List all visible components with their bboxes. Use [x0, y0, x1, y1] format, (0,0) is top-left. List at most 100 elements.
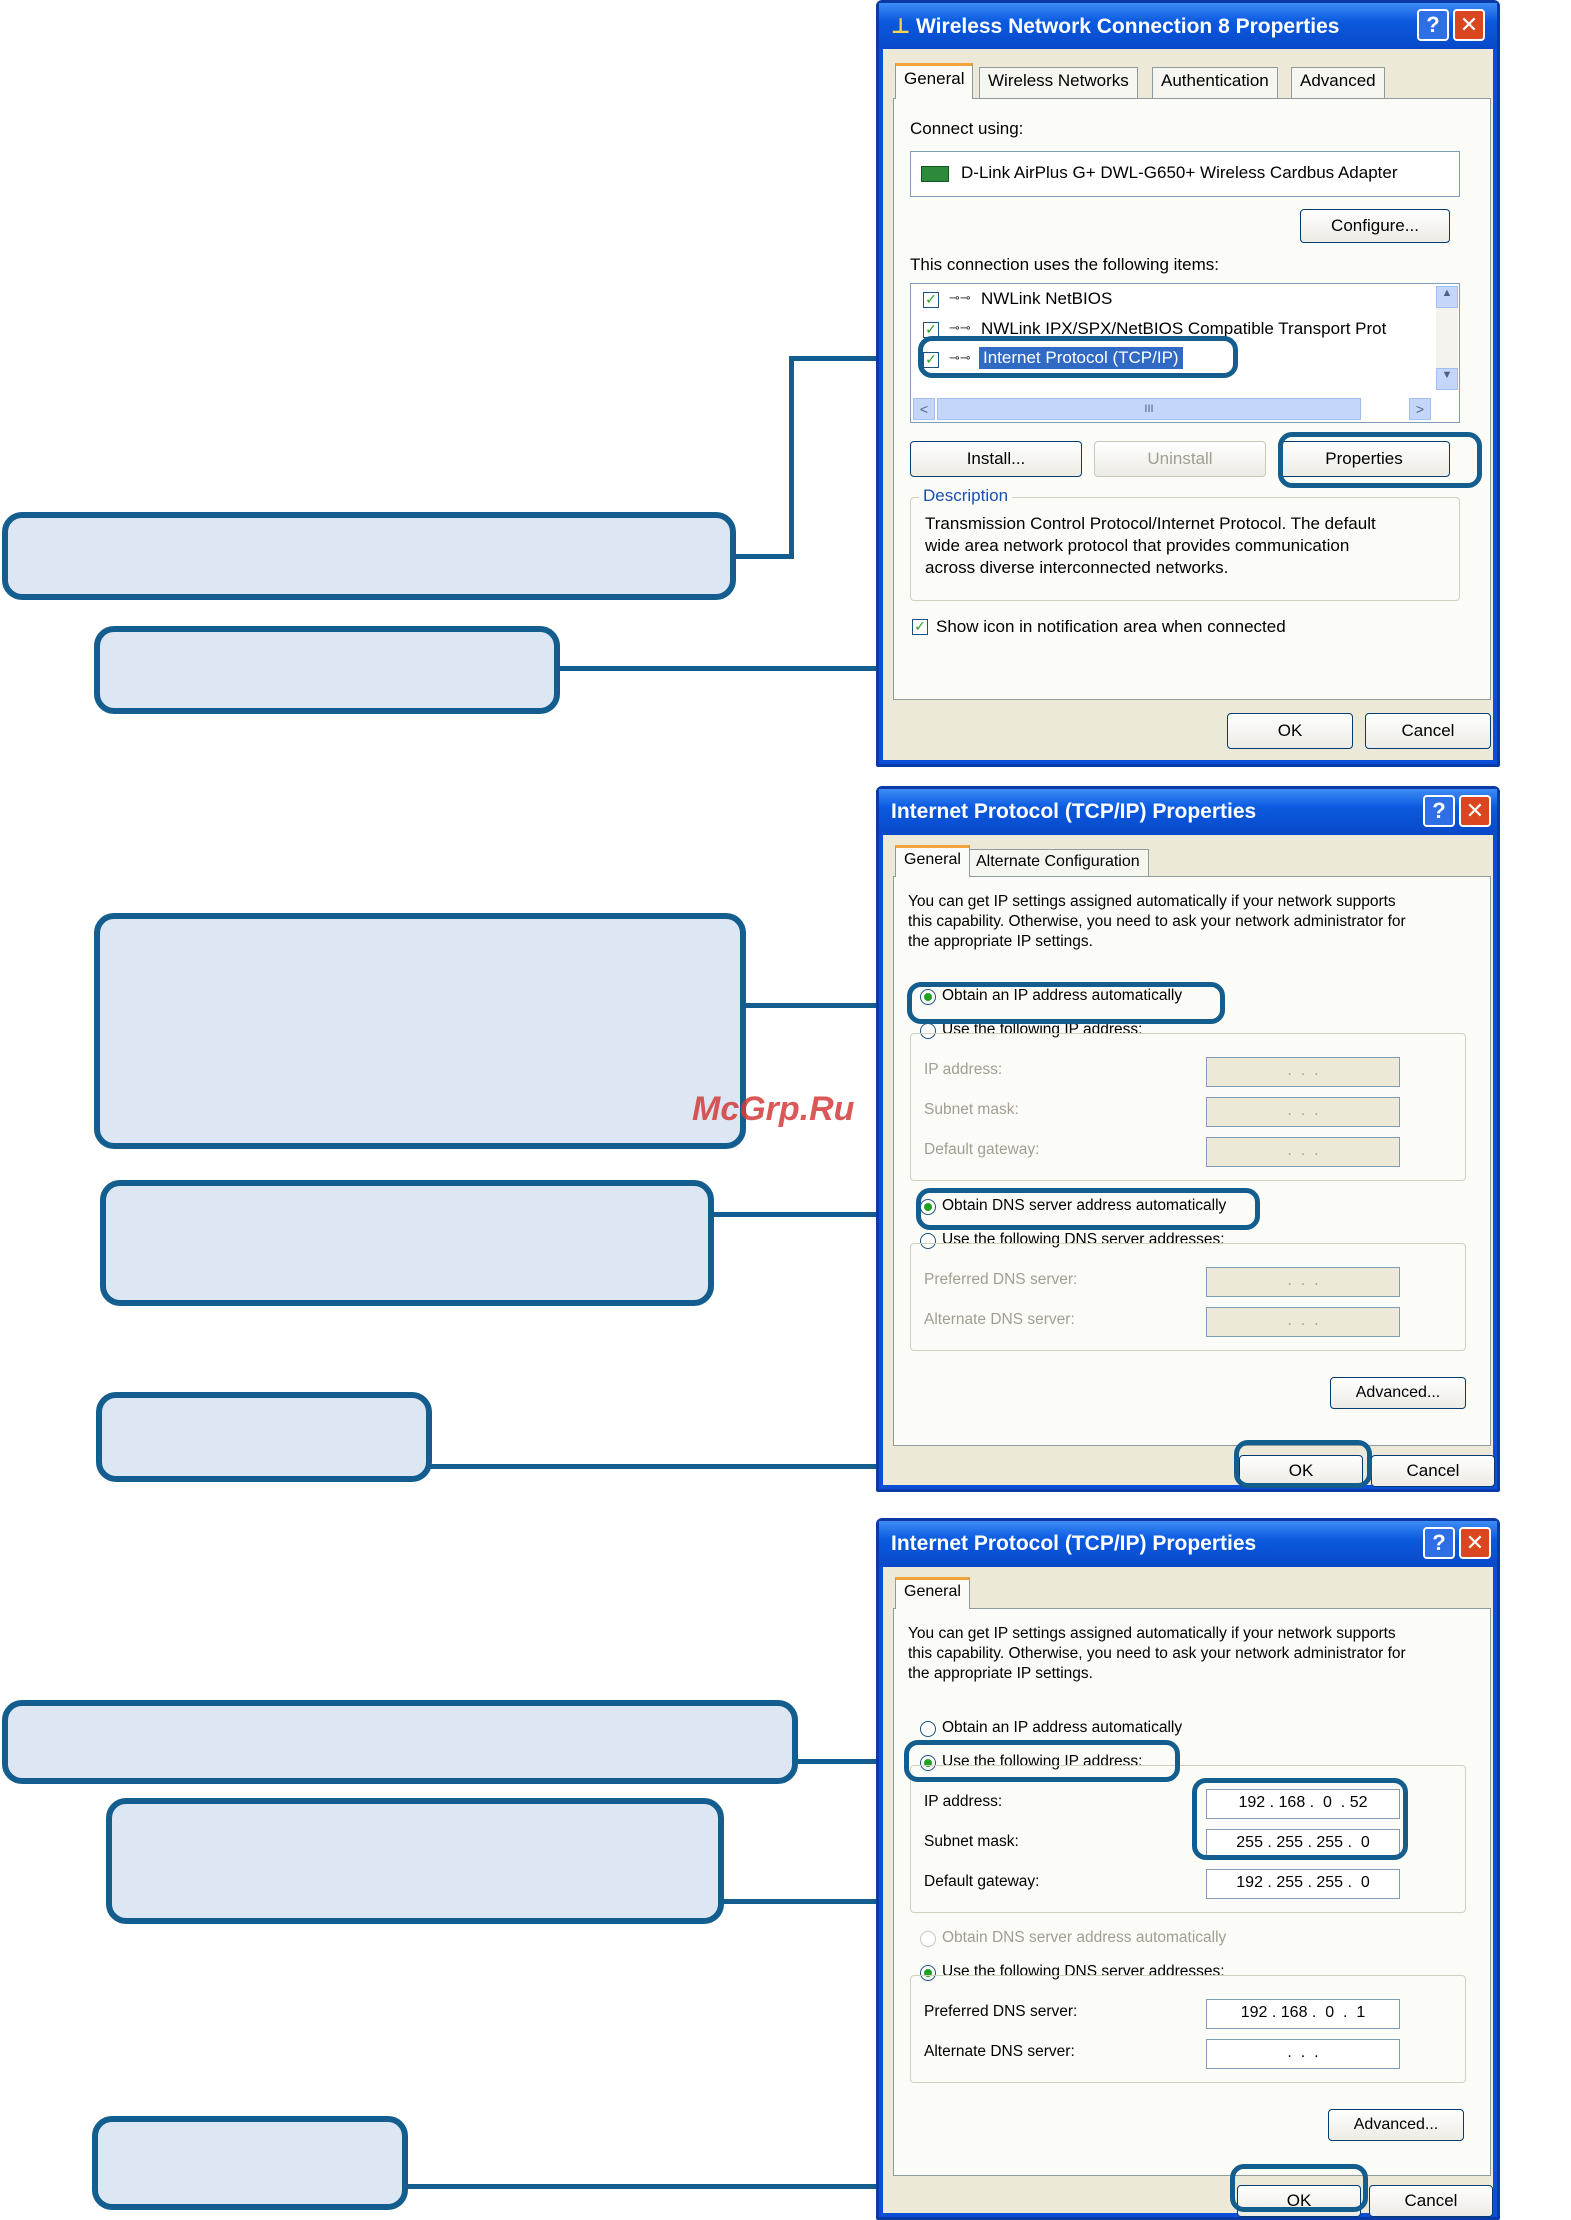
ip-address-label: IP address: — [924, 1061, 1003, 1078]
subnet-mask-label: Subnet mask: — [924, 1833, 1019, 1850]
horizontal-scroll-thumb[interactable]: III — [937, 398, 1361, 420]
title-bar: Internet Protocol (TCP/IP) Properties ? … — [879, 1521, 1497, 1567]
connector-1 — [789, 356, 794, 559]
network-connection-icon: ⊥ — [891, 15, 911, 38]
alternate-dns-label: Alternate DNS server: — [924, 1311, 1075, 1328]
list-item[interactable]: NWLink IPX/SPX/NetBIOS Compatible Transp… — [981, 319, 1386, 339]
configure-button[interactable]: Configure... — [1300, 209, 1450, 243]
window-title: Internet Protocol (TCP/IP) Properties — [891, 800, 1257, 823]
tab-wireless-networks[interactable]: Wireless Networks — [979, 67, 1138, 99]
advanced-button[interactable]: Advanced... — [1328, 2109, 1464, 2141]
ip-address-label: IP address: — [924, 1793, 1003, 1810]
alternate-dns-field[interactable]: . . . — [1206, 2039, 1400, 2069]
callout-box-7 — [106, 1798, 724, 1924]
alternate-dns-field: . . . — [1206, 1307, 1400, 1337]
scroll-right-button[interactable]: > — [1409, 398, 1431, 420]
description-title: Description — [919, 486, 1013, 506]
scroll-left-button[interactable]: < — [913, 398, 935, 420]
checkbox-tcpip[interactable]: ✓ — [923, 352, 939, 368]
connector-1 — [733, 554, 793, 559]
tab-general[interactable]: General — [895, 845, 970, 877]
tab-alternate-configuration[interactable]: Alternate Configuration — [967, 849, 1149, 877]
default-gateway-label: Default gateway: — [924, 1141, 1040, 1158]
subnet-mask-field: . . . — [1206, 1097, 1400, 1127]
description-group: Description Transmission Control Protoco… — [910, 486, 1460, 601]
description-line: wide area network protocol that provides… — [925, 536, 1350, 555]
tcpip-properties-window-auto: Internet Protocol (TCP/IP) Properties ? … — [876, 786, 1500, 1492]
tab-advanced[interactable]: Advanced — [1291, 67, 1385, 99]
dialog-client-area: General Alternate Configuration You can … — [883, 835, 1495, 1487]
intro-line: You can get IP settings assigned automat… — [908, 1625, 1396, 1642]
window-title: Wireless Network Connection 8 Properties — [916, 15, 1340, 38]
ok-button[interactable]: OK — [1227, 713, 1353, 749]
general-tab-panel: You can get IP settings assigned automat… — [893, 876, 1491, 1446]
intro-line: the appropriate IP settings. — [908, 933, 1093, 950]
ok-button[interactable]: OK — [1237, 2185, 1361, 2217]
close-button[interactable]: ✕ — [1459, 1527, 1491, 1559]
window-title: Internet Protocol (TCP/IP) Properties — [891, 1532, 1257, 1555]
dialog-client-area: General You can get IP settings assigned… — [883, 1567, 1493, 2217]
callout-box-6 — [2, 1700, 798, 1784]
adapter-box: D-Link AirPlus G+ DWL-G650+ Wireless Car… — [910, 151, 1460, 197]
protocol-icon: ⊸⊸ — [949, 320, 971, 335]
callout-box-5 — [96, 1392, 432, 1482]
vertical-scrollbar[interactable] — [1436, 308, 1458, 368]
advanced-button[interactable]: Advanced... — [1330, 1377, 1466, 1409]
description-line: across diverse interconnected networks. — [925, 558, 1229, 577]
connect-using-label: Connect using: — [910, 119, 1024, 138]
default-gateway-field: . . . — [1206, 1137, 1400, 1167]
cancel-button[interactable]: Cancel — [1369, 2185, 1493, 2217]
install-button[interactable]: Install... — [910, 441, 1082, 477]
watermark-text: McGrp.Ru — [692, 1090, 855, 1128]
subnet-mask-field[interactable]: 255 . 255 . 255 . 0 — [1206, 1829, 1400, 1859]
checkbox-nwlink-netbios[interactable]: ✓ — [923, 292, 939, 308]
show-icon-label: Show icon in notification area when conn… — [936, 617, 1286, 636]
checkbox-nwlink-ipx[interactable]: ✓ — [923, 322, 939, 338]
alternate-dns-label: Alternate DNS server: — [924, 2043, 1075, 2060]
callout-box-8 — [92, 2116, 408, 2210]
general-tab-panel: You can get IP settings assigned automat… — [893, 1608, 1491, 2176]
tab-general[interactable]: General — [895, 1577, 970, 1609]
callout-box-3 — [94, 913, 746, 1149]
tcpip-properties-window-static: Internet Protocol (TCP/IP) Properties ? … — [876, 1518, 1500, 2220]
obtain-ip-radio[interactable] — [920, 989, 936, 1005]
obtain-dns-radio[interactable] — [920, 1199, 936, 1215]
obtain-ip-label[interactable]: Obtain an IP address automatically — [942, 987, 1182, 1005]
subnet-mask-label: Subnet mask: — [924, 1101, 1019, 1118]
callout-box-1 — [2, 512, 736, 600]
intro-line: this capability. Otherwise, you need to … — [908, 913, 1406, 930]
preferred-dns-field: . . . — [1206, 1267, 1400, 1297]
cancel-button[interactable]: Cancel — [1371, 1455, 1495, 1487]
ok-button[interactable]: OK — [1239, 1455, 1363, 1487]
description-line: Transmission Control Protocol/Internet P… — [925, 514, 1376, 533]
default-gateway-field[interactable]: 192 . 255 . 255 . 0 — [1206, 1869, 1400, 1899]
tab-general[interactable]: General — [895, 63, 974, 99]
network-adapter-icon — [921, 166, 949, 182]
tab-authentication[interactable]: Authentication — [1152, 67, 1278, 99]
preferred-dns-label: Preferred DNS server: — [924, 1271, 1078, 1288]
obtain-ip-radio[interactable] — [920, 1721, 936, 1737]
close-button[interactable]: ✕ — [1459, 795, 1491, 827]
obtain-ip-label[interactable]: Obtain an IP address automatically — [942, 1719, 1182, 1737]
preferred-dns-field[interactable]: 192 . 168 . 0 . 1 — [1206, 1999, 1400, 2029]
help-button[interactable]: ? — [1423, 1527, 1455, 1559]
close-button[interactable]: ✕ — [1453, 9, 1485, 41]
scroll-down-button[interactable]: ▼ — [1436, 368, 1458, 390]
help-button[interactable]: ? — [1417, 9, 1449, 41]
obtain-dns-radio — [920, 1931, 936, 1947]
cancel-button[interactable]: Cancel — [1365, 713, 1491, 749]
intro-line: this capability. Otherwise, you need to … — [908, 1645, 1406, 1662]
ip-address-field[interactable]: 192 . 168 . 0 . 52 — [1206, 1789, 1400, 1819]
obtain-dns-label[interactable]: Obtain DNS server address automatically — [942, 1197, 1226, 1215]
show-icon-checkbox[interactable]: ✓ — [912, 619, 928, 635]
scroll-up-button[interactable]: ▲ — [1436, 286, 1458, 308]
components-list: ✓ ⊸⊸ NWLink NetBIOS ✓ ⊸⊸ NWLink IPX/SPX/… — [910, 283, 1460, 423]
general-tab-panel: Connect using: D-Link AirPlus G+ DWL-G65… — [893, 98, 1491, 700]
properties-button[interactable]: Properties — [1278, 441, 1450, 477]
list-item-selected[interactable]: Internet Protocol (TCP/IP) — [979, 347, 1183, 369]
help-button[interactable]: ? — [1423, 795, 1455, 827]
dialog-client-area: General Wireless Networks Authentication… — [883, 49, 1493, 760]
title-bar: ⊥ Wireless Network Connection 8 Properti… — [879, 3, 1497, 49]
list-item[interactable]: NWLink NetBIOS — [981, 289, 1112, 309]
obtain-dns-label: Obtain DNS server address automatically — [942, 1929, 1227, 1946]
